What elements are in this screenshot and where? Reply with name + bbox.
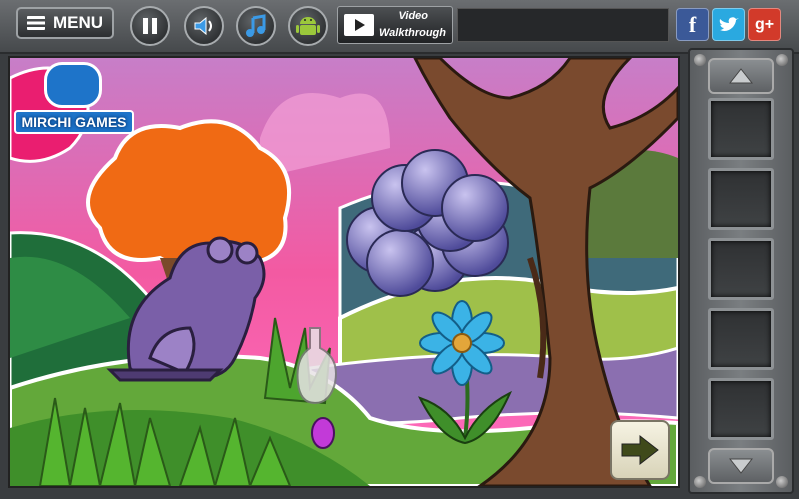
android-icon bbox=[296, 17, 320, 35]
google-plus-button[interactable]: g+ bbox=[748, 8, 781, 41]
inventory-panel bbox=[688, 48, 794, 494]
inventory-slot[interactable] bbox=[708, 238, 774, 300]
walkthrough-label: Walkthrough bbox=[378, 27, 446, 39]
screw-icon bbox=[694, 476, 706, 488]
video-film-icon bbox=[344, 14, 374, 36]
pause-button[interactable] bbox=[130, 6, 170, 46]
inventory-scroll-up-button[interactable] bbox=[708, 58, 774, 94]
gamepad-icon bbox=[44, 62, 102, 108]
menu-button[interactable]: MENU bbox=[16, 7, 114, 39]
inventory-slot[interactable] bbox=[708, 168, 774, 230]
screw-icon bbox=[776, 476, 788, 488]
video-walkthrough-button[interactable]: Video Walkthrough bbox=[337, 6, 453, 44]
facebook-button[interactable]: f bbox=[676, 8, 709, 41]
google-plus-icon: g+ bbox=[754, 15, 775, 33]
screw-icon bbox=[776, 54, 788, 66]
inventory-scroll-down-button[interactable] bbox=[708, 448, 774, 484]
inventory-slot[interactable] bbox=[708, 378, 774, 440]
facebook-icon: f bbox=[688, 11, 697, 37]
hamburger-icon bbox=[26, 16, 45, 30]
arrow-right-icon bbox=[621, 434, 659, 466]
logo-text: MIRCHI GAMES bbox=[14, 110, 134, 134]
screw-icon bbox=[694, 54, 706, 66]
menu-label: MENU bbox=[52, 13, 104, 32]
pause-icon bbox=[143, 18, 157, 34]
next-scene-button[interactable] bbox=[610, 420, 670, 480]
sound-button[interactable] bbox=[184, 6, 224, 46]
mirchi-games-logo[interactable]: MIRCHI GAMES bbox=[14, 62, 134, 136]
arrow-down-icon bbox=[729, 458, 753, 474]
twitter-button[interactable] bbox=[712, 8, 745, 41]
twitter-icon bbox=[719, 16, 739, 31]
inventory-slot[interactable] bbox=[708, 98, 774, 160]
top-toolbar: MENU Video Walkthrough f g+ bbox=[0, 0, 799, 54]
speaker-icon bbox=[194, 16, 212, 36]
music-note-icon bbox=[246, 14, 266, 37]
android-button[interactable] bbox=[288, 6, 328, 46]
video-label: Video bbox=[398, 10, 428, 22]
music-button[interactable] bbox=[236, 6, 276, 46]
arrow-up-icon bbox=[729, 68, 753, 84]
inventory-slot[interactable] bbox=[708, 308, 774, 370]
ad-slot bbox=[457, 8, 669, 42]
game-scene: MIRCHI GAMES bbox=[8, 56, 680, 488]
